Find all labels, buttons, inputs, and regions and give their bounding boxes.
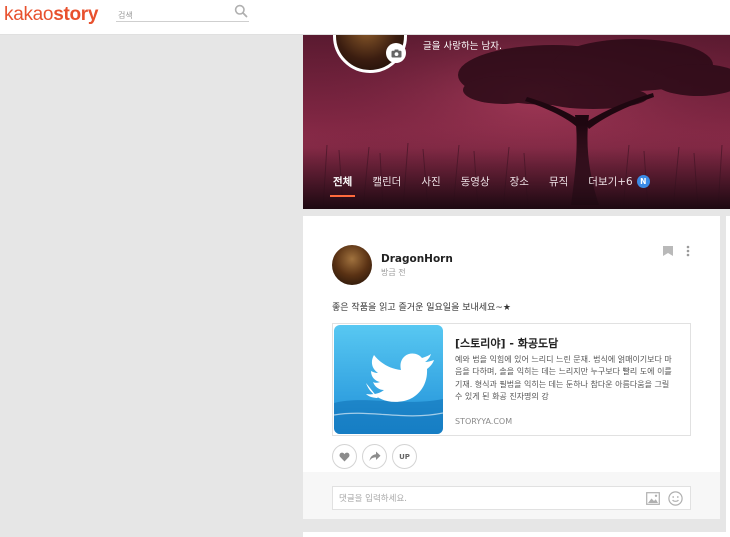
share-icon bbox=[369, 451, 380, 461]
new-badge: N bbox=[636, 175, 650, 188]
profile-bio: 글을 사랑하는 남자. bbox=[423, 41, 502, 52]
kakaostory-logo[interactable]: kakaostory bbox=[4, 4, 98, 26]
link-thumbnail bbox=[334, 325, 443, 434]
comment-input[interactable] bbox=[339, 491, 629, 506]
tab-places[interactable]: 장소 bbox=[510, 174, 529, 197]
tab-music[interactable]: 뮤직 bbox=[549, 174, 568, 197]
search-input[interactable] bbox=[116, 6, 226, 25]
post-card: DragonHorn 방금 전 좋은 작품을 읽고 즐거운 일요일을 보내세요~… bbox=[303, 216, 720, 519]
link-description: 예와 법을 익힘에 있어 느리디 느린 문재. 법식에 얽매이기보다 마음을 다… bbox=[455, 355, 672, 402]
author-avatar[interactable] bbox=[332, 245, 372, 285]
next-card-edge bbox=[726, 216, 730, 537]
tab-photos[interactable]: 사진 bbox=[421, 174, 440, 197]
more-options-icon[interactable] bbox=[683, 244, 693, 258]
bookmark-icon[interactable] bbox=[661, 244, 675, 258]
top-bar: kakaostory bbox=[0, 0, 730, 35]
emoticon-icon[interactable] bbox=[668, 491, 683, 506]
search-icon[interactable] bbox=[234, 4, 248, 18]
tab-more-label: 더보기+6 bbox=[588, 176, 633, 188]
profile-cover: 글을 사랑하는 남자. 전체 캘린더 사진 동영상 장소 뮤직 더보기+6 N bbox=[303, 35, 730, 209]
up-button[interactable]: UP bbox=[392, 444, 417, 469]
link-domain: STORYYA.COM bbox=[455, 417, 513, 426]
like-button[interactable] bbox=[332, 444, 357, 469]
tab-videos[interactable]: 동영상 bbox=[461, 174, 490, 197]
link-title[interactable]: [스토리야] - 화공도담 bbox=[455, 335, 558, 351]
comment-section bbox=[303, 472, 720, 519]
photo-attach-icon[interactable] bbox=[646, 492, 660, 505]
heart-icon bbox=[339, 452, 350, 461]
tab-more[interactable]: 더보기+6 N bbox=[588, 174, 650, 197]
share-button[interactable] bbox=[362, 444, 387, 469]
next-post-edge bbox=[303, 532, 730, 537]
link-preview[interactable]: [스토리야] - 화공도담 예와 법을 익힘에 있어 느리디 느린 문재. 법식… bbox=[332, 323, 691, 436]
search-bar bbox=[116, 3, 249, 25]
comment-box bbox=[332, 486, 691, 510]
author-name[interactable]: DragonHorn bbox=[381, 253, 453, 265]
change-photo-button[interactable] bbox=[386, 43, 406, 63]
tab-calendar[interactable]: 캘린더 bbox=[372, 174, 401, 197]
post-timestamp[interactable]: 방금 전 bbox=[381, 267, 406, 278]
twitter-bird-image bbox=[334, 325, 443, 434]
camera-icon bbox=[391, 49, 401, 57]
profile-tabs: 전체 캘린더 사진 동영상 장소 뮤직 더보기+6 N bbox=[329, 174, 670, 197]
post-content: 좋은 작품을 읽고 즐거운 일요일을 보내세요~★ bbox=[332, 303, 511, 313]
tab-all[interactable]: 전체 bbox=[329, 174, 356, 197]
